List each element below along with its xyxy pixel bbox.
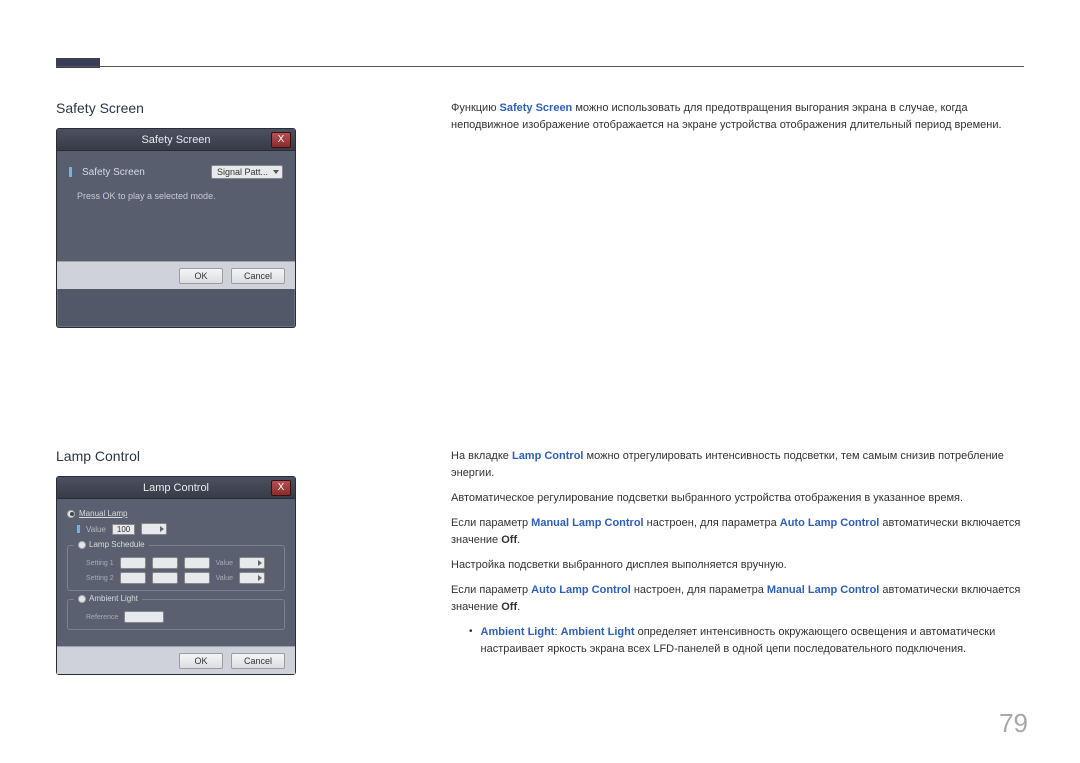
chevron-down-icon xyxy=(273,170,279,174)
close-icon[interactable]: X xyxy=(271,132,291,148)
term-off: Off xyxy=(501,601,517,613)
group-title: Lamp Schedule xyxy=(89,540,145,549)
setting2-label: Setting 2 xyxy=(86,575,114,582)
cancel-button[interactable]: Cancel xyxy=(231,653,285,669)
header-rule xyxy=(56,58,1024,70)
ambient-light-group: Ambient Light Reference xyxy=(67,599,285,630)
spinner[interactable] xyxy=(239,572,265,584)
page-number: 79 xyxy=(999,708,1028,739)
value-number[interactable]: 100 xyxy=(112,524,135,535)
term-safety-screen: Safety Screen xyxy=(500,102,573,114)
field-marker-icon xyxy=(69,167,72,177)
term: Manual Lamp Control xyxy=(531,517,643,529)
setting1-label: Setting 1 xyxy=(86,560,114,567)
term: Manual Lamp Control xyxy=(767,584,879,596)
spinner[interactable] xyxy=(184,557,210,569)
section-title: Safety Screen xyxy=(56,100,301,116)
radio-icon[interactable] xyxy=(78,541,86,549)
arrow-right-icon xyxy=(160,526,164,532)
text: Если параметр xyxy=(451,517,531,529)
lamp-schedule-group: Lamp Schedule Setting 1 Value Setting 2 xyxy=(67,545,285,591)
dialog-title: Safety Screen X xyxy=(57,129,295,151)
manual-lamp-radio[interactable]: Manual Lamp xyxy=(67,509,285,518)
term: Auto Lamp Control xyxy=(780,517,880,529)
lamp-control-dialog: Lamp Control X Manual Lamp Value 100 xyxy=(56,476,296,675)
field-label: Safety Screen xyxy=(82,167,145,178)
dialog-title-text: Safety Screen xyxy=(141,134,210,146)
term: Ambient Light xyxy=(561,626,635,638)
section-safety-screen: Safety Screen Safety Screen X Safety Scr… xyxy=(56,100,1024,328)
group-label: Ambient Light xyxy=(74,594,142,603)
bullet-ambient-light: • Ambient Light: Ambient Light определяе… xyxy=(451,624,1024,658)
spinner[interactable] xyxy=(152,572,178,584)
field-marker-icon xyxy=(77,525,80,533)
safety-screen-dialog: Safety Screen X Safety Screen Signal Pat… xyxy=(56,128,296,328)
spinner[interactable] xyxy=(152,557,178,569)
arrow-right-icon xyxy=(258,575,262,581)
text: Функцию xyxy=(451,102,500,114)
text: . xyxy=(517,601,520,613)
value-label: Value xyxy=(216,560,233,567)
signal-pattern-combo[interactable]: Signal Patt... xyxy=(211,165,283,179)
value-spinner[interactable] xyxy=(141,523,167,535)
section-lamp-control: Lamp Control Lamp Control X Manual Lamp … xyxy=(56,448,1024,675)
section-title: Lamp Control xyxy=(56,448,301,464)
bullet-icon: • xyxy=(469,624,473,658)
spinner[interactable] xyxy=(239,557,265,569)
radio-label: Manual Lamp xyxy=(79,509,127,518)
cancel-button[interactable]: Cancel xyxy=(231,268,285,284)
group-title: Ambient Light xyxy=(89,594,138,603)
text: . xyxy=(517,534,520,546)
radio-icon xyxy=(67,510,75,518)
spinner[interactable] xyxy=(120,572,146,584)
dialog-hint: Press OK to play a selected mode. xyxy=(77,191,283,201)
combo-value: Signal Patt... xyxy=(217,167,268,177)
spinner[interactable] xyxy=(184,572,210,584)
dialog-footer: OK Cancel xyxy=(57,646,295,674)
spinner[interactable] xyxy=(124,611,164,623)
value-row: Value 100 xyxy=(77,523,285,535)
dialog-footer: OK Cancel xyxy=(57,261,295,289)
safety-screen-description: Функцию Safety Screen можно использовать… xyxy=(451,100,1024,328)
ok-button[interactable]: OK xyxy=(179,653,223,669)
dialog-title: Lamp Control X xyxy=(57,477,295,499)
text: настроен, для параметра xyxy=(644,517,780,529)
arrow-right-icon xyxy=(258,560,262,566)
dialog-title-text: Lamp Control xyxy=(143,482,209,494)
radio-icon[interactable] xyxy=(78,595,86,603)
term-off: Off xyxy=(501,534,517,546)
text: Автоматическое регулирование подсветки в… xyxy=(451,490,1024,507)
text: Если параметр xyxy=(451,584,531,596)
term: Auto Lamp Control xyxy=(531,584,631,596)
lamp-control-description: На вкладке Lamp Control можно отрегулиро… xyxy=(451,448,1024,675)
text: На вкладке xyxy=(451,450,512,462)
text: Настройка подсветки выбранного дисплея в… xyxy=(451,557,1024,574)
text: настроен, для параметра xyxy=(631,584,767,596)
safety-screen-field: Safety Screen Signal Patt... xyxy=(69,165,283,179)
term: Lamp Control xyxy=(512,450,584,462)
reference-label: Reference xyxy=(86,614,118,621)
close-icon[interactable]: X xyxy=(271,480,291,496)
ok-button[interactable]: OK xyxy=(179,268,223,284)
term: Ambient Light xyxy=(481,626,555,638)
spinner[interactable] xyxy=(120,557,146,569)
value-label: Value xyxy=(86,525,106,534)
group-label: Lamp Schedule xyxy=(74,540,149,549)
value-label: Value xyxy=(216,575,233,582)
